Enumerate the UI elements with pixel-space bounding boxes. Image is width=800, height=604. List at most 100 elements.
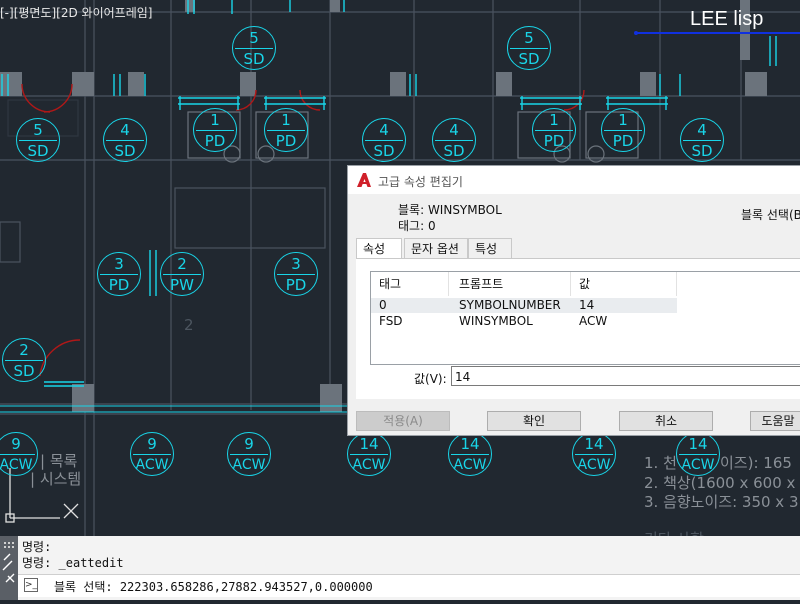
dialog-titlebar[interactable]: 고급 속성 편집기 xyxy=(348,166,800,194)
symbol-code: PD xyxy=(612,132,634,150)
attribute-editor-dialog[interactable]: 고급 속성 편집기 블록: WINSYMBOL 태그: 0 블록 선택(B 속성… xyxy=(347,165,800,436)
note-left-2: | 시스템 xyxy=(30,470,82,488)
value-input[interactable]: 14 xyxy=(451,366,800,386)
symbol-number: 5 xyxy=(33,121,43,139)
symbol-code: SD xyxy=(114,142,136,160)
symbol-number: 9 xyxy=(147,435,157,453)
note-right-1: 1. 천 xyxy=(644,454,677,472)
window-symbol[interactable]: 2 PW xyxy=(160,252,204,296)
symbol-number: 14 xyxy=(460,435,480,453)
window-symbol[interactable]: 4 SD xyxy=(432,118,476,162)
window-symbol[interactable]: 3 PD xyxy=(97,252,141,296)
apply-button[interactable]: 적용(A) xyxy=(356,411,450,431)
symbol-number: 9 xyxy=(11,435,21,453)
tab-attributes[interactable]: 속성 xyxy=(356,238,402,259)
note-right-3: 3. 음향노이즈: 350 x 3 xyxy=(644,493,799,511)
cell-tag: 0 xyxy=(379,298,387,312)
tag-label: 태그: 0 xyxy=(398,219,436,233)
value-label: 값(V): xyxy=(414,372,447,386)
column-header-prompt[interactable]: 프롬프트 xyxy=(451,272,571,296)
window-symbol[interactable]: 1 PD xyxy=(264,108,308,152)
window-symbol[interactable]: 1 PD xyxy=(193,108,237,152)
symbol-divider xyxy=(683,140,721,141)
symbol-divider xyxy=(535,130,573,131)
window-symbol[interactable]: 5 SD xyxy=(232,26,276,70)
symbol-code: ACW xyxy=(453,457,487,473)
symbol-code: SD xyxy=(13,362,35,380)
cell-value: ACW xyxy=(579,314,608,328)
wrench-icon xyxy=(2,542,15,583)
column-header-value[interactable]: 값 xyxy=(571,272,677,296)
symbol-code: SD xyxy=(443,142,465,160)
symbol-divider xyxy=(106,140,144,141)
symbol-number: 1 xyxy=(549,111,559,129)
viewport-label[interactable]: [-][평면도][2D 와이어프레임] xyxy=(0,4,152,21)
command-window-handle[interactable] xyxy=(0,536,18,600)
command-history-line: 명령: _eattedit xyxy=(22,556,124,570)
window-symbol[interactable]: 14 ACW xyxy=(676,432,720,476)
symbol-number: 1 xyxy=(210,111,220,129)
command-prompt-icon[interactable]: >_ xyxy=(24,578,38,592)
symbol-code: SD xyxy=(243,50,265,68)
window-symbol[interactable]: 4 SD xyxy=(362,118,406,162)
symbol-code: SD xyxy=(373,142,395,160)
symbol-code: PD xyxy=(204,132,226,150)
window-symbol[interactable]: 5 SD xyxy=(16,118,60,162)
symbol-divider xyxy=(451,454,489,455)
symbol-divider xyxy=(350,454,388,455)
symbol-divider xyxy=(267,130,305,131)
window-symbol[interactable]: 9 ACW xyxy=(130,432,174,476)
table-row[interactable]: FSD WINSYMBOL ACW xyxy=(371,314,677,329)
select-block-button[interactable]: 블록 선택(B xyxy=(741,206,800,223)
window-symbol[interactable]: 3 PD xyxy=(274,252,318,296)
command-window[interactable]: 명령: 명령: _eattedit >_ 블록 선택: 222303.65828… xyxy=(0,536,800,600)
symbol-code: ACW xyxy=(577,457,611,473)
window-symbol[interactable]: 1 PD xyxy=(601,108,645,152)
symbol-code: ACW xyxy=(352,457,386,473)
symbol-code: PD xyxy=(275,132,297,150)
table-row[interactable]: 0 SYMBOLNUMBER 14 xyxy=(371,298,677,313)
cell-prompt: SYMBOLNUMBER xyxy=(459,298,561,312)
window-symbol[interactable]: 9 ACW xyxy=(0,432,38,476)
window-symbol[interactable]: 4 SD xyxy=(103,118,147,162)
window-symbol[interactable]: 14 ACW xyxy=(448,432,492,476)
cell-prompt: WINSYMBOL xyxy=(459,314,533,328)
note-right-1-tail: 이즈): 165 xyxy=(720,454,792,472)
symbol-code: PD xyxy=(285,276,307,294)
cancel-button[interactable]: 취소 xyxy=(619,411,713,431)
symbol-divider xyxy=(100,274,138,275)
command-input-bar[interactable]: >_ 블록 선택: 222303.658286,27882.943527,0.0… xyxy=(18,574,800,597)
symbol-divider xyxy=(277,274,315,275)
tab-properties[interactable]: 특성 xyxy=(468,238,512,258)
column-header-tag[interactable]: 태그 xyxy=(371,272,449,296)
symbol-code: ACW xyxy=(135,457,169,473)
cell-tag: FSD xyxy=(379,314,403,328)
symbol-number: 2 xyxy=(19,341,29,359)
window-symbol[interactable]: 5 SD xyxy=(507,26,551,70)
symbol-divider xyxy=(365,140,403,141)
watermark-text: LEE lisp xyxy=(690,8,764,30)
symbol-number: 4 xyxy=(697,121,707,139)
symbol-divider xyxy=(230,454,268,455)
symbol-divider xyxy=(679,454,717,455)
command-input[interactable]: 블록 선택: 222303.658286,27882.943527,0.0000… xyxy=(54,578,373,595)
help-button[interactable]: 도움말 xyxy=(750,411,800,431)
tab-text-options[interactable]: 문자 옵션 xyxy=(404,238,468,258)
attribute-table[interactable]: 태그 프롬프트 값 0 SYMBOLNUMBER 14 FSD WINSYMBO… xyxy=(370,271,800,365)
window-symbol[interactable]: 4 SD xyxy=(680,118,724,162)
autocad-logo-icon xyxy=(357,173,371,187)
window-symbol[interactable]: 14 ACW xyxy=(572,432,616,476)
symbol-number: 5 xyxy=(249,29,259,47)
symbol-code: ACW xyxy=(0,457,33,473)
symbol-divider xyxy=(196,130,234,131)
symbol-number: 2 xyxy=(177,255,187,273)
symbol-divider xyxy=(0,454,35,455)
symbol-code: ACW xyxy=(681,457,715,473)
symbol-number: 14 xyxy=(688,435,708,453)
note-right-2: 2. 책상(1600 x 600 x xyxy=(644,474,796,492)
window-symbol[interactable]: 9 ACW xyxy=(227,432,271,476)
window-symbol[interactable]: 14 ACW xyxy=(347,432,391,476)
window-symbol[interactable]: 2 SD xyxy=(2,338,46,382)
ok-button[interactable]: 확인 xyxy=(487,411,581,431)
window-symbol[interactable]: 1 PD xyxy=(532,108,576,152)
